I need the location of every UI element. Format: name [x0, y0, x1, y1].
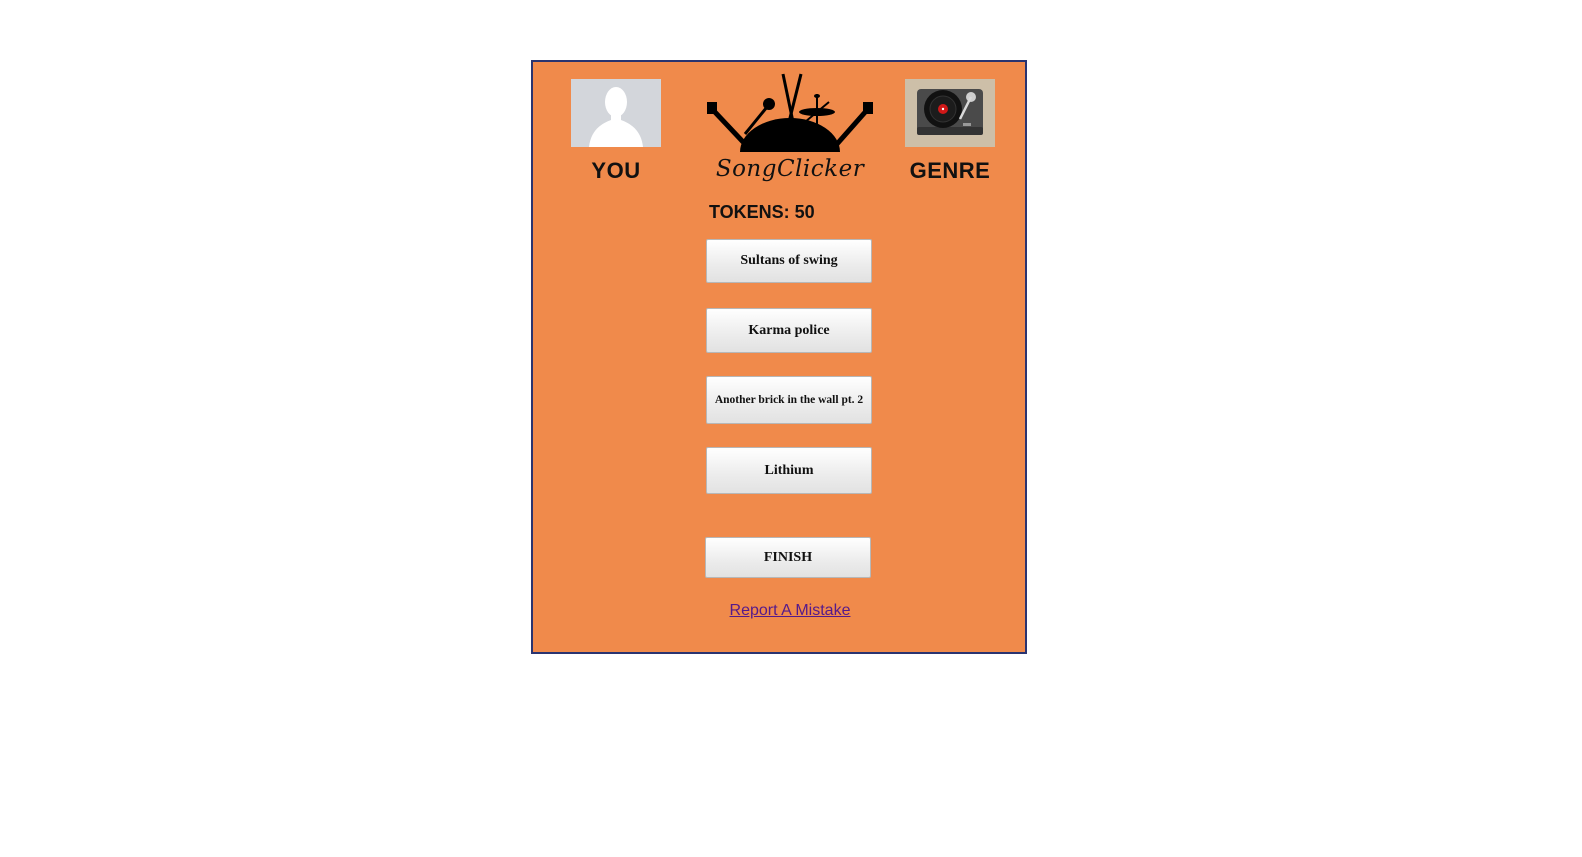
songclicker-logo: SongClicker — [705, 72, 875, 188]
tokens-counter: TOKENS: 50 — [709, 202, 815, 222]
you-label: YOU — [591, 158, 641, 183]
song-option-button[interactable]: Another brick in the wall pt. 2 — [706, 376, 872, 424]
finish-button[interactable]: FINISH — [705, 537, 871, 578]
game-panel: YOU SongClicker GENRE TOKENS: 50 Sultans… — [531, 60, 1027, 654]
turntable-icon — [917, 89, 983, 135]
song-option-button[interactable]: Lithium — [706, 447, 872, 494]
song-option-button[interactable]: Karma police — [706, 308, 872, 353]
person-silhouette-icon — [589, 87, 643, 147]
report-mistake-link[interactable]: Report A Mistake — [705, 602, 875, 620]
genre-image — [905, 79, 995, 147]
instruments-logo-icon — [707, 73, 873, 152]
logo-text: SongClicker — [715, 156, 865, 182]
song-option-button[interactable]: Sultans of swing — [706, 239, 872, 283]
genre-label: GENRE — [909, 158, 991, 183]
user-avatar — [571, 79, 661, 147]
